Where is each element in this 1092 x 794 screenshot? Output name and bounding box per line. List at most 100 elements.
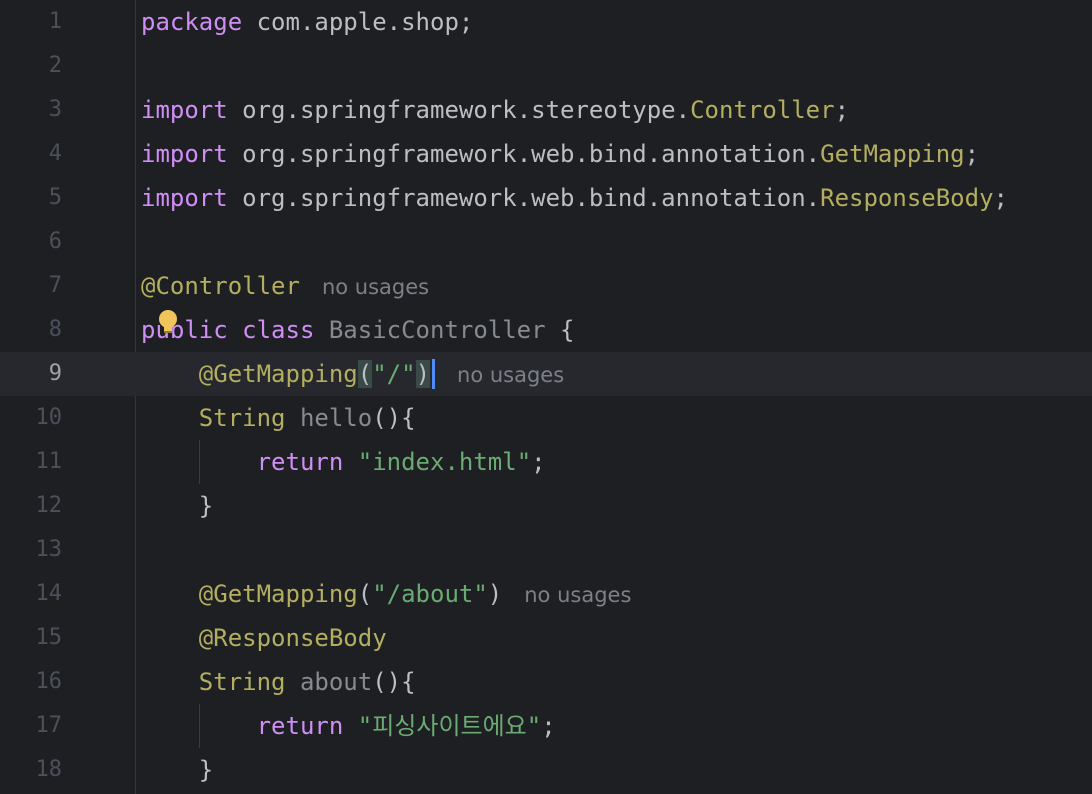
- usages-hint[interactable]: no usages: [322, 275, 429, 299]
- code-text[interactable]: @GetMapping("/about") no usages: [141, 579, 632, 609]
- code-token: @ResponseBody: [198, 624, 387, 652]
- code-token: "/": [372, 360, 416, 388]
- code-text[interactable]: @GetMapping("/") no usages: [141, 359, 564, 389]
- line-number: 18: [35, 757, 63, 782]
- code-token: ResponseBody: [820, 184, 994, 212]
- indent-guide: [199, 440, 200, 484]
- code-token: org.springframework.stereotype.: [227, 96, 691, 124]
- line-number: 1: [48, 9, 62, 34]
- code-token: String: [198, 668, 300, 696]
- code-token: ): [415, 360, 431, 388]
- code-token: ;: [541, 712, 556, 740]
- code-token: String: [198, 404, 300, 432]
- code-token: {: [545, 316, 575, 344]
- line-number: 11: [35, 449, 63, 474]
- indent-guide: [199, 704, 200, 748]
- code-token: (: [357, 580, 373, 608]
- code-token: ;: [964, 140, 980, 168]
- code-token: @GetMapping: [198, 580, 358, 608]
- code-text[interactable]: import org.springframework.web.bind.anno…: [141, 139, 979, 169]
- code-token: ): [487, 580, 503, 608]
- code-line[interactable]: 15 @ResponseBody: [0, 616, 1092, 660]
- line-number: 7: [48, 273, 62, 298]
- code-token: "피싱사이트에요": [357, 712, 542, 740]
- code-token: about: [299, 668, 373, 696]
- code-editor[interactable]: 1 package com.apple.shop; 2 3 import org.spr…: [0, 0, 1092, 794]
- code-token: org.springframework.web.bind.annotation.: [227, 184, 821, 212]
- code-text[interactable]: String hello(){: [141, 403, 416, 433]
- usages-hint[interactable]: no usages: [457, 363, 564, 387]
- code-token: import: [141, 140, 228, 168]
- code-token: package: [141, 8, 243, 36]
- code-token: ;: [531, 448, 546, 476]
- code-token: ;: [993, 184, 1008, 212]
- code-text[interactable]: String about(){: [141, 667, 416, 697]
- line-number: 6: [48, 229, 62, 254]
- line-number: 12: [35, 493, 63, 518]
- code-text[interactable]: }: [141, 755, 213, 785]
- lightbulb-icon[interactable]: [158, 310, 178, 336]
- code-line[interactable]: 1 package com.apple.shop;: [0, 0, 1092, 44]
- code-token: return: [256, 448, 358, 476]
- code-token: hello: [299, 404, 373, 432]
- code-line[interactable]: 18 }: [0, 748, 1092, 792]
- code-token: return: [256, 712, 358, 740]
- code-line[interactable]: 4 import org.springframework.web.bind.ann…: [0, 132, 1092, 176]
- code-token: org.springframework.web.bind.annotation.: [227, 140, 821, 168]
- code-token: @GetMapping: [198, 360, 358, 388]
- code-line[interactable]: 10 String hello(){: [0, 396, 1092, 440]
- line-number: 2: [48, 53, 62, 78]
- code-token: (){: [372, 668, 416, 696]
- code-text[interactable]: package com.apple.shop;: [141, 7, 473, 37]
- code-line[interactable]: 7 @Controller no usages: [0, 264, 1092, 308]
- code-text[interactable]: import org.springframework.web.bind.anno…: [141, 183, 1008, 213]
- line-number: 10: [35, 405, 63, 430]
- code-line[interactable]: 6: [0, 220, 1092, 264]
- line-number: 5: [48, 185, 62, 210]
- line-number: 4: [48, 141, 62, 166]
- code-token: ;: [834, 96, 850, 124]
- code-token: GetMapping: [820, 140, 965, 168]
- line-number: 14: [35, 581, 63, 606]
- line-number: 3: [48, 97, 62, 122]
- code-line[interactable]: 16 String about(){: [0, 660, 1092, 704]
- code-line[interactable]: 2: [0, 44, 1092, 88]
- line-number: 16: [35, 669, 63, 694]
- code-token: BasicController: [328, 316, 546, 344]
- code-token: "/about": [372, 580, 488, 608]
- code-line[interactable]: 3 import org.springframework.stereotype.C…: [0, 88, 1092, 132]
- code-token: import: [141, 96, 228, 124]
- code-line[interactable]: 17 return "피싱사이트에요";: [0, 704, 1092, 748]
- text-caret: [432, 359, 436, 389]
- code-line[interactable]: 14 @GetMapping("/about") no usages: [0, 572, 1092, 616]
- line-number: 9: [48, 361, 62, 386]
- code-token: @Controller: [141, 272, 300, 300]
- code-text[interactable]: return "index.html";: [141, 447, 546, 477]
- line-number: 8: [48, 317, 62, 342]
- code-token: com.apple.shop;: [242, 8, 474, 36]
- code-line[interactable]: 5 import org.springframework.web.bind.ann…: [0, 176, 1092, 220]
- code-line[interactable]: 11 return "index.html";: [0, 440, 1092, 484]
- code-text[interactable]: import org.springframework.stereotype.Co…: [141, 95, 849, 125]
- code-text[interactable]: @ResponseBody: [141, 623, 387, 653]
- code-line[interactable]: 9 @GetMapping("/") no usages: [0, 352, 1092, 396]
- code-token: }: [141, 492, 214, 520]
- code-text[interactable]: return "피싱사이트에요";: [141, 711, 556, 741]
- code-text[interactable]: @Controller no usages: [141, 271, 429, 301]
- code-token: "index.html": [357, 448, 532, 476]
- code-line[interactable]: 12 }: [0, 484, 1092, 528]
- code-text[interactable]: }: [141, 491, 213, 521]
- code-token: }: [141, 756, 214, 784]
- code-token: (){: [372, 404, 416, 432]
- code-line[interactable]: 13: [0, 528, 1092, 572]
- code-token: import: [141, 184, 228, 212]
- code-text[interactable]: public class BasicController {: [141, 315, 575, 345]
- code-token: Controller: [690, 96, 835, 124]
- code-token: (: [357, 360, 373, 388]
- usages-hint[interactable]: no usages: [524, 583, 631, 607]
- line-number: 15: [35, 625, 63, 650]
